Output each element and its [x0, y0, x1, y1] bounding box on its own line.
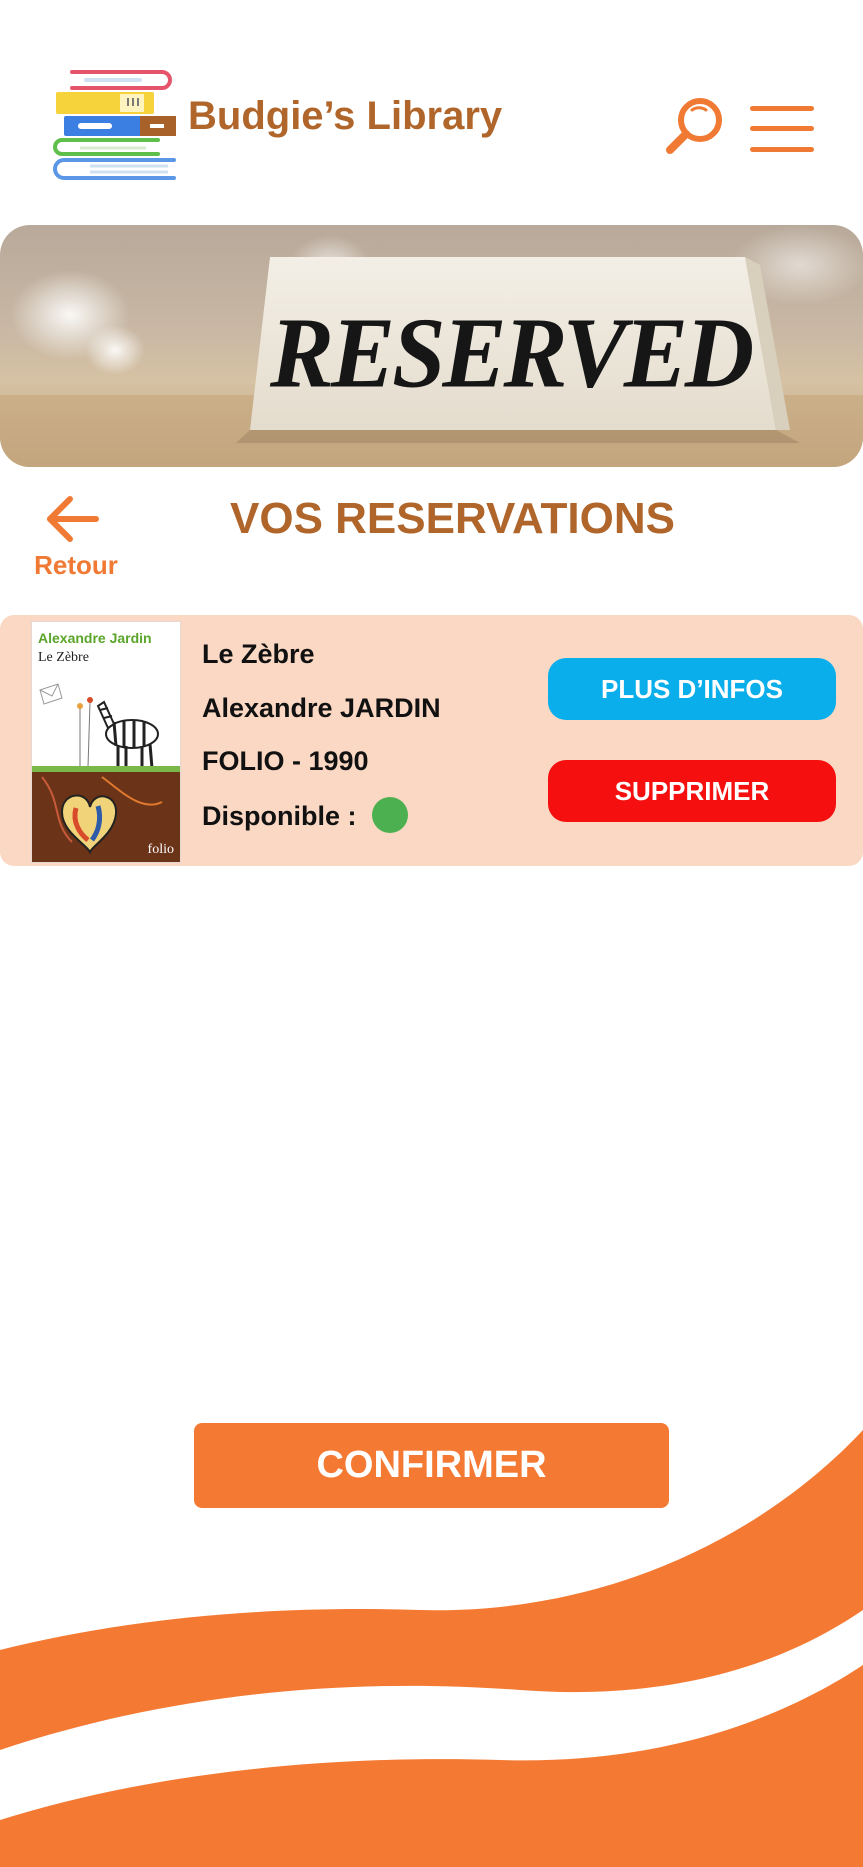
book-edition: FOLIO - 1990: [202, 746, 369, 776]
page-title: VOS RESERVATIONS: [230, 494, 675, 543]
banner-sign-text: RESERVED: [270, 296, 754, 409]
availability-row: Disponible :: [202, 797, 409, 836]
back-label: Retour: [34, 550, 118, 580]
reserved-banner-image: RESERVED: [0, 225, 863, 467]
cover-illustration: [32, 683, 180, 862]
arrow-left-icon: [47, 496, 99, 542]
delete-reservation-button[interactable]: SUPPRIMER: [548, 760, 836, 822]
availability-status-icon: [372, 797, 409, 833]
app-title: Budgie’s Library: [188, 94, 503, 138]
book-author: Alexandre JARDIN: [202, 693, 441, 723]
back-button[interactable]: Retour: [24, 494, 128, 584]
cover-publisher: folio: [147, 842, 174, 857]
search-icon: [666, 98, 722, 154]
books-stack-logo-icon: [50, 64, 180, 190]
menu-line-icon: [750, 147, 814, 152]
cover-author: Alexandre Jardin: [38, 630, 152, 646]
search-button[interactable]: [664, 96, 726, 158]
menu-line-icon: [750, 106, 814, 111]
availability-label: Disponible :: [202, 801, 357, 832]
book-cover-image[interactable]: Alexandre Jardin Le Zèbre folio: [31, 621, 181, 863]
cover-title: Le Zèbre: [38, 650, 89, 665]
book-title: Le Zèbre: [202, 639, 315, 669]
menu-button[interactable]: [750, 104, 814, 154]
more-info-button[interactable]: PLUS D’INFOS: [548, 658, 836, 720]
menu-line-icon: [750, 126, 814, 131]
reservation-card: Alexandre Jardin Le Zèbre folio Le Zèbre…: [0, 615, 863, 866]
confirm-button[interactable]: CONFIRMER: [194, 1423, 669, 1508]
